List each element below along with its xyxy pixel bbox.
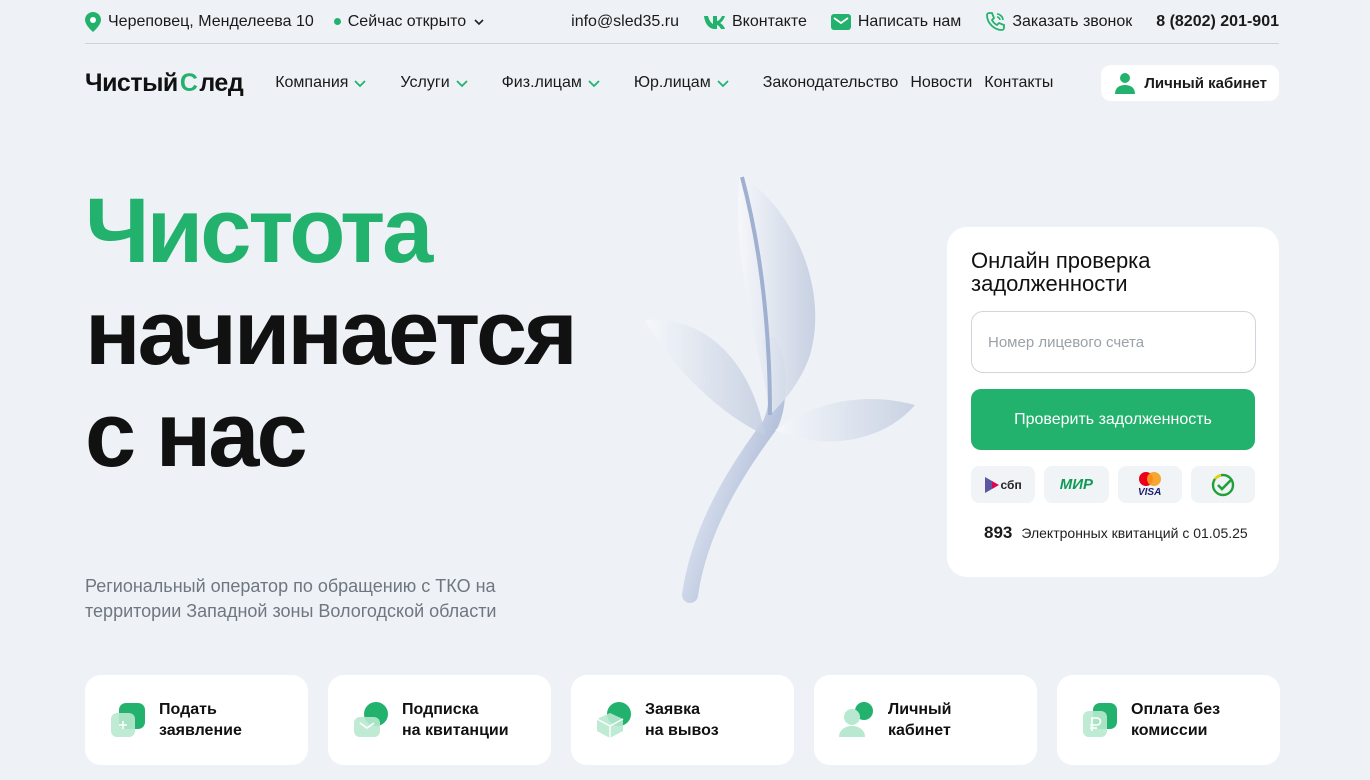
sbp-icon [984, 476, 999, 493]
vk-label: Вконтакте [732, 12, 807, 30]
nav-item-company[interactable]: Компания [275, 74, 367, 92]
nav-item-label: Контакты [984, 74, 1054, 91]
visa-mastercard-logo: VISA [1117, 466, 1182, 503]
logo-leaf-letter: С [179, 68, 198, 97]
vk-link[interactable]: Вконтакте [703, 13, 807, 31]
debt-check-card: Онлайн проверка задолженности Проверить … [947, 227, 1279, 577]
box-pickup-icon [596, 702, 631, 738]
quick-actions: Подать заявление Подписка на квитанции З… [85, 675, 1280, 765]
hero-line-3: с нас [85, 384, 308, 486]
tile-label: Подписка на квитанции [402, 701, 509, 739]
main-nav: Чистый С лед Компания Услуги Физ.лицам Ю… [85, 44, 1279, 122]
payment-methods: сбп МИР VISA [971, 466, 1255, 503]
tile-label: Личный кабинет [888, 701, 952, 739]
tile-receipt-subscription[interactable]: Подписка на квитанции [328, 675, 551, 765]
nav-item-label: Новости [910, 74, 973, 91]
write-us-label: Написать нам [857, 12, 962, 30]
mastercard-icon [1138, 471, 1161, 486]
write-us-link[interactable]: Написать нам [830, 12, 962, 31]
tile-personal-cabinet[interactable]: Личный кабинет [814, 675, 1037, 765]
nav-item-label: Законодательство [762, 74, 899, 91]
check-debt-button[interactable]: Проверить задолженность [971, 389, 1255, 450]
tile-label: Подать заявление [159, 701, 242, 739]
top-bar: Череповец, Менделеева 10 Сейчас открыто … [85, 0, 1279, 44]
user-icon [1115, 73, 1136, 94]
hero-line-1: Чистота [85, 180, 433, 282]
sbp-label: сбп [1000, 477, 1022, 492]
mir-logo: МИР [1044, 466, 1109, 503]
tile-submit-application[interactable]: Подать заявление [85, 675, 308, 765]
chevron-down-icon [474, 18, 484, 25]
visa-label: VISA [1137, 486, 1162, 498]
e-receipts-counter: 893 Электронных квитанций с 01.05.25 [971, 523, 1255, 543]
tile-removal-request[interactable]: Заявка на вывоз [571, 675, 794, 765]
callback-link[interactable]: Заказать звонок [985, 11, 1133, 32]
open-status-dropdown[interactable]: Сейчас открыто [333, 12, 485, 31]
status-dot-icon [333, 18, 341, 25]
vk-icon [704, 15, 725, 29]
personal-cabinet-button[interactable]: Личный кабинет [1101, 65, 1279, 101]
chevron-down-icon [717, 80, 729, 88]
tile-label: Заявка на вывоз [645, 701, 719, 739]
nav-item-legal-entities[interactable]: Юр.лицам [634, 74, 729, 92]
location-pin-icon [85, 11, 101, 32]
user-account-icon [839, 702, 873, 737]
nav-item-individuals[interactable]: Физ.лицам [502, 74, 600, 92]
account-number-input[interactable] [971, 311, 1256, 373]
ruble-payment-icon [1083, 703, 1117, 737]
phone-icon [986, 11, 1006, 31]
receipts-count: 893 [984, 523, 1013, 542]
hero-title: Чистота начинается с нас [85, 180, 578, 486]
mir-label: МИР [1059, 476, 1094, 493]
nav-item-news[interactable]: Новости [910, 74, 972, 92]
personal-cabinet-label: Личный кабинет [1144, 74, 1267, 92]
logo-text-right: лед [199, 68, 244, 97]
mail-icon [830, 13, 851, 30]
hero-subtitle: Региональный оператор по обращению с ТКО… [85, 576, 497, 621]
address-text: Череповец, Менделеева 10 [108, 12, 314, 30]
address-link[interactable]: Череповец, Менделеева 10 [85, 11, 314, 32]
phone-number[interactable]: 8 (8202) 201-901 [1156, 13, 1279, 31]
sber-icon [1211, 473, 1235, 496]
sber-logo [1190, 466, 1255, 503]
hero-line-2: начинается [85, 282, 578, 384]
debt-check-title: Онлайн проверка задолженности [971, 248, 1151, 296]
sbp-logo: сбп [971, 466, 1036, 503]
email-link[interactable]: info@sled35.ru [571, 13, 679, 31]
nav-item-services[interactable]: Услуги [400, 74, 468, 92]
nav-item-label: Компания [275, 74, 349, 91]
receipts-label: Электронных квитанций с 01.05.25 [1021, 525, 1248, 541]
open-status-text: Сейчас открыто [347, 12, 467, 30]
tile-commission-free-payment[interactable]: Оплата без комиссии [1057, 675, 1280, 765]
glass-sprout-image [645, 175, 915, 603]
nav-item-label: Услуги [400, 74, 450, 91]
callback-label: Заказать звонок [1012, 12, 1133, 30]
subscription-icon [354, 702, 388, 737]
nav-item-label: Физ.лицам [501, 74, 582, 91]
chevron-down-icon [588, 80, 600, 88]
chevron-down-icon [354, 80, 367, 88]
application-icon [111, 703, 145, 737]
nav-item-contacts[interactable]: Контакты [984, 74, 1053, 92]
nav-item-legislation[interactable]: Законодательство [763, 74, 899, 92]
chevron-down-icon [455, 80, 468, 88]
nav-item-label: Юр.лицам [633, 74, 711, 91]
logo-text-left: Чистый [85, 68, 178, 97]
tile-label: Оплата без комиссии [1131, 701, 1221, 739]
site-logo[interactable]: Чистый С лед [85, 68, 244, 98]
